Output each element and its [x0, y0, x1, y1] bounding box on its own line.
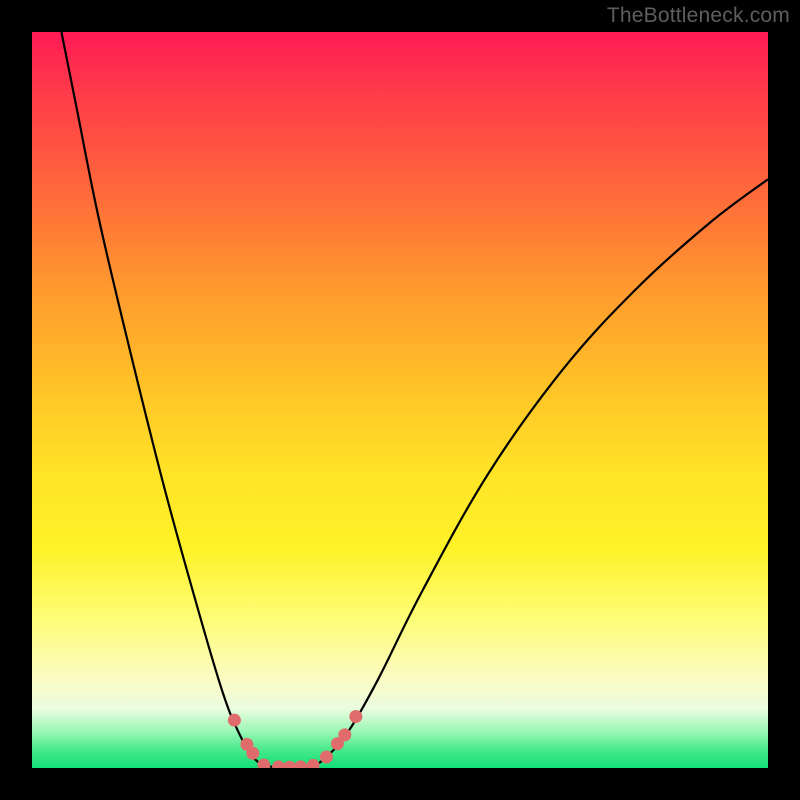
- data-marker: [320, 750, 333, 763]
- data-marker: [349, 710, 362, 723]
- data-marker: [338, 728, 351, 741]
- data-marker: [228, 714, 241, 727]
- data-marker: [257, 759, 270, 768]
- data-marker: [246, 747, 259, 760]
- watermark-text: TheBottleneck.com: [607, 4, 790, 28]
- chart-svg: [32, 32, 768, 768]
- chart-frame: TheBottleneck.com: [0, 0, 800, 800]
- data-markers: [228, 710, 362, 768]
- data-marker: [272, 760, 285, 768]
- bottleneck-curve: [61, 32, 768, 768]
- data-marker: [294, 760, 307, 768]
- data-marker: [307, 759, 320, 768]
- plot-area: [32, 32, 768, 768]
